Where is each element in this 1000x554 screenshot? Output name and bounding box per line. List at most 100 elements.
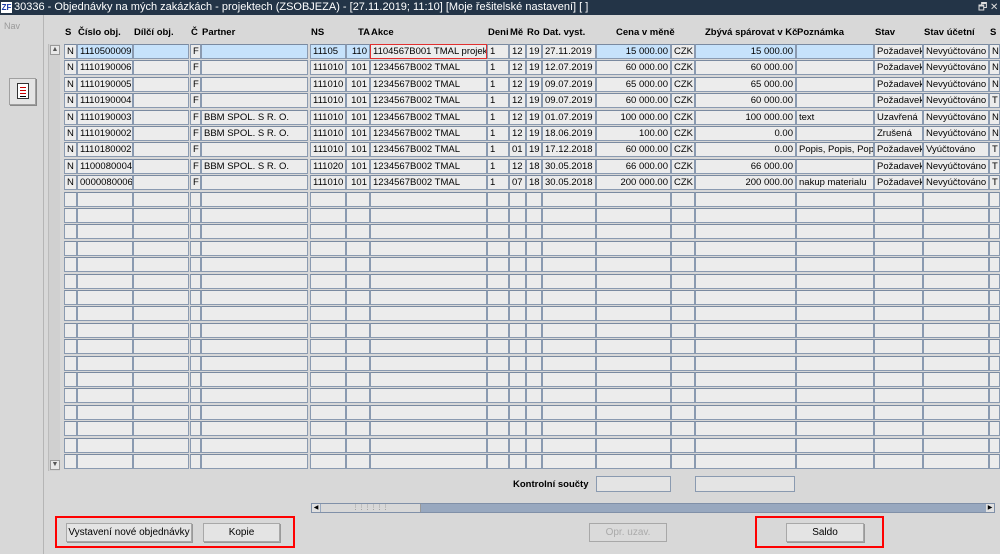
table-cell[interactable] (989, 306, 1000, 322)
table-cell[interactable] (526, 355, 542, 371)
table-cell[interactable] (487, 355, 509, 371)
table-cell[interactable]: 101 (346, 109, 370, 125)
table-cell[interactable]: 18.06.2019 (542, 126, 596, 141)
table-cell[interactable]: CZK (671, 44, 695, 59)
table-cell[interactable]: F (190, 142, 201, 158)
table-cell[interactable]: 1 (487, 76, 509, 92)
column-header[interactable]: Dat. vyst. (543, 27, 585, 38)
table-cell[interactable] (695, 191, 796, 207)
table-cell[interactable]: 101 (346, 158, 370, 174)
table-cell[interactable]: 19 (526, 142, 542, 158)
table-cell[interactable] (695, 339, 796, 355)
table-cell[interactable]: 101 (346, 142, 370, 158)
table-cell[interactable] (923, 372, 989, 387)
column-header[interactable]: Cena v měně (616, 27, 675, 38)
table-cell[interactable] (133, 76, 189, 92)
table-cell[interactable]: N (64, 109, 77, 125)
table-cell[interactable]: 60 000.00 (596, 93, 671, 109)
table-cell[interactable] (201, 273, 308, 289)
table-cell[interactable] (487, 306, 509, 322)
table-cell[interactable] (346, 273, 370, 289)
table-cell[interactable]: Nevyúčtováno (923, 44, 989, 59)
table-cell[interactable] (133, 109, 189, 125)
table-cell[interactable] (370, 388, 487, 404)
table-cell[interactable]: F (190, 109, 201, 125)
table-cell[interactable]: 15 000.00 (596, 44, 671, 59)
table-cell[interactable] (310, 290, 346, 305)
table-cell[interactable] (346, 224, 370, 240)
table-cell[interactable]: 1 (487, 60, 509, 76)
column-header[interactable]: Deni (488, 27, 509, 38)
table-cell[interactable] (370, 224, 487, 240)
table-cell[interactable] (526, 388, 542, 404)
table-cell[interactable] (874, 355, 923, 371)
table-cell[interactable] (989, 404, 1000, 420)
column-header[interactable]: Mě (510, 27, 523, 38)
scroll-left-icon[interactable]: ◀ (312, 504, 320, 512)
table-cell[interactable] (64, 306, 77, 322)
table-cell[interactable]: 60 000.00 (596, 142, 671, 158)
table-cell[interactable] (874, 437, 923, 453)
table-cell[interactable] (190, 290, 201, 305)
table-cell[interactable] (487, 290, 509, 305)
table-cell[interactable] (64, 191, 77, 207)
table-cell[interactable]: 1110190005 (77, 76, 133, 92)
table-cell[interactable] (542, 437, 596, 453)
table-cell[interactable]: N (989, 60, 1000, 76)
table-cell[interactable] (796, 421, 874, 437)
table-cell[interactable] (542, 404, 596, 420)
table-cell[interactable]: 1110190006 (77, 60, 133, 76)
table-cell[interactable]: F (190, 126, 201, 141)
table-cell[interactable]: Nevyúčtováno (923, 175, 989, 191)
table-cell[interactable] (509, 372, 526, 387)
copy-button[interactable]: Kopie (203, 523, 280, 542)
table-cell[interactable]: 17.12.2018 (542, 142, 596, 158)
table-cell[interactable] (989, 224, 1000, 240)
table-cell[interactable] (64, 224, 77, 240)
table-cell[interactable] (64, 388, 77, 404)
table-cell[interactable] (923, 306, 989, 322)
table-cell[interactable]: 0.00 (695, 126, 796, 141)
table-cell[interactable] (190, 454, 201, 469)
table-cell[interactable] (190, 273, 201, 289)
table-cell[interactable] (695, 355, 796, 371)
table-cell[interactable] (923, 290, 989, 305)
table-cell[interactable] (201, 388, 308, 404)
table-cell[interactable] (310, 240, 346, 256)
column-header[interactable]: S (990, 27, 996, 38)
table-cell[interactable] (671, 306, 695, 322)
table-cell[interactable] (989, 339, 1000, 355)
column-header[interactable]: Dílčí obj. (134, 27, 174, 38)
table-cell[interactable] (874, 404, 923, 420)
table-cell[interactable] (190, 437, 201, 453)
table-cell[interactable] (201, 240, 308, 256)
table-cell[interactable] (346, 454, 370, 469)
table-cell[interactable] (596, 355, 671, 371)
table-cell[interactable] (596, 339, 671, 355)
table-cell[interactable]: 1110190004 (77, 93, 133, 109)
table-cell[interactable] (923, 191, 989, 207)
table-cell[interactable]: 111010 (310, 76, 346, 92)
table-cell[interactable] (133, 273, 189, 289)
table-cell[interactable] (487, 208, 509, 223)
table-cell[interactable] (526, 437, 542, 453)
table-cell[interactable] (509, 191, 526, 207)
table-cell[interactable] (133, 404, 189, 420)
table-cell[interactable] (201, 142, 308, 158)
table-cell[interactable]: CZK (671, 60, 695, 76)
table-cell[interactable] (310, 404, 346, 420)
table-cell[interactable] (133, 339, 189, 355)
table-cell[interactable]: N (989, 76, 1000, 92)
table-cell[interactable] (596, 224, 671, 240)
table-cell[interactable]: 09.07.2019 (542, 93, 596, 109)
table-cell[interactable] (201, 257, 308, 273)
table-cell[interactable] (487, 421, 509, 437)
table-cell[interactable] (64, 437, 77, 453)
column-header[interactable]: Číslo obj. (78, 27, 121, 38)
table-cell[interactable]: N (64, 175, 77, 191)
table-cell[interactable]: 1 (487, 142, 509, 158)
table-cell[interactable] (190, 355, 201, 371)
table-cell[interactable] (77, 224, 133, 240)
table-cell[interactable]: BBM SPOL. S R. O. (201, 109, 308, 125)
table-cell[interactable] (201, 306, 308, 322)
